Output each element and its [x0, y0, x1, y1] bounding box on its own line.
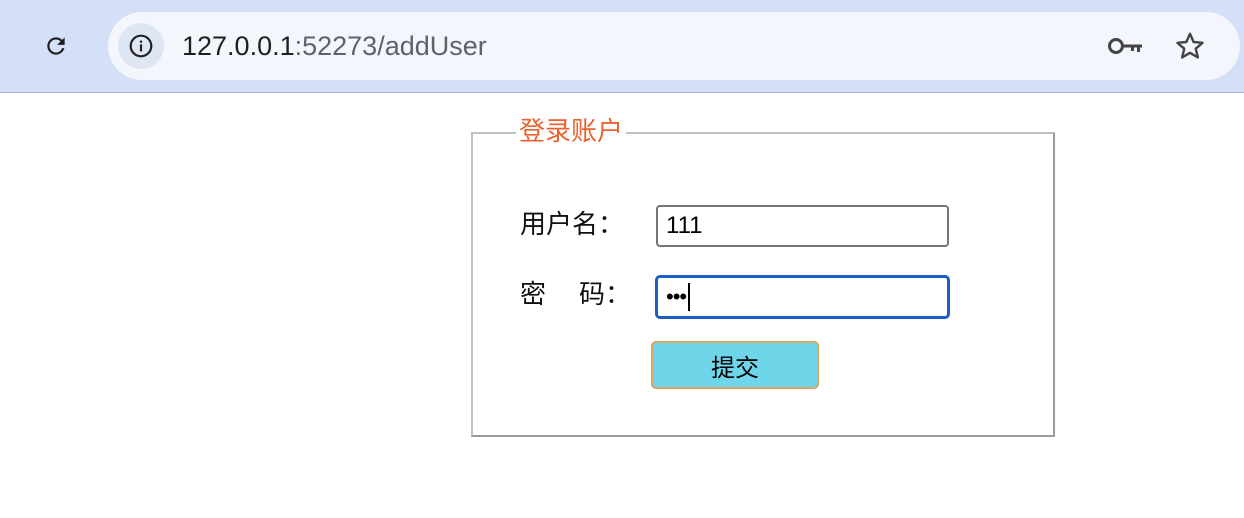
info-icon — [129, 34, 153, 58]
username-value: 111 — [666, 212, 703, 239]
password-manager-button[interactable] — [1104, 28, 1148, 64]
browser-toolbar: 127.0.0.1:52273/addUser — [0, 0, 1244, 93]
bookmark-button[interactable] — [1170, 26, 1210, 66]
password-input[interactable]: ••• — [656, 276, 949, 318]
password-value: ••• — [666, 284, 687, 309]
submit-button-label: 提交 — [711, 353, 759, 382]
username-input[interactable]: 111 — [656, 205, 949, 247]
username-label: 用户名： — [520, 210, 625, 240]
url-host: 127.0.0.1 — [182, 31, 295, 61]
url-text[interactable]: 127.0.0.1:52273/addUser — [182, 29, 487, 63]
reload-button[interactable] — [36, 26, 76, 66]
star-icon — [1176, 32, 1204, 59]
address-bar[interactable]: 127.0.0.1:52273/addUser — [108, 12, 1240, 80]
url-path: :52273/addUser — [294, 31, 487, 61]
password-label: 密 码： — [520, 280, 632, 310]
reload-icon — [47, 37, 65, 55]
site-info-button[interactable] — [118, 23, 164, 69]
text-caret — [688, 283, 691, 311]
key-icon — [1108, 38, 1142, 54]
submit-button[interactable]: 提交 — [651, 341, 819, 389]
fieldset-legend: 登录账户 — [516, 114, 627, 150]
